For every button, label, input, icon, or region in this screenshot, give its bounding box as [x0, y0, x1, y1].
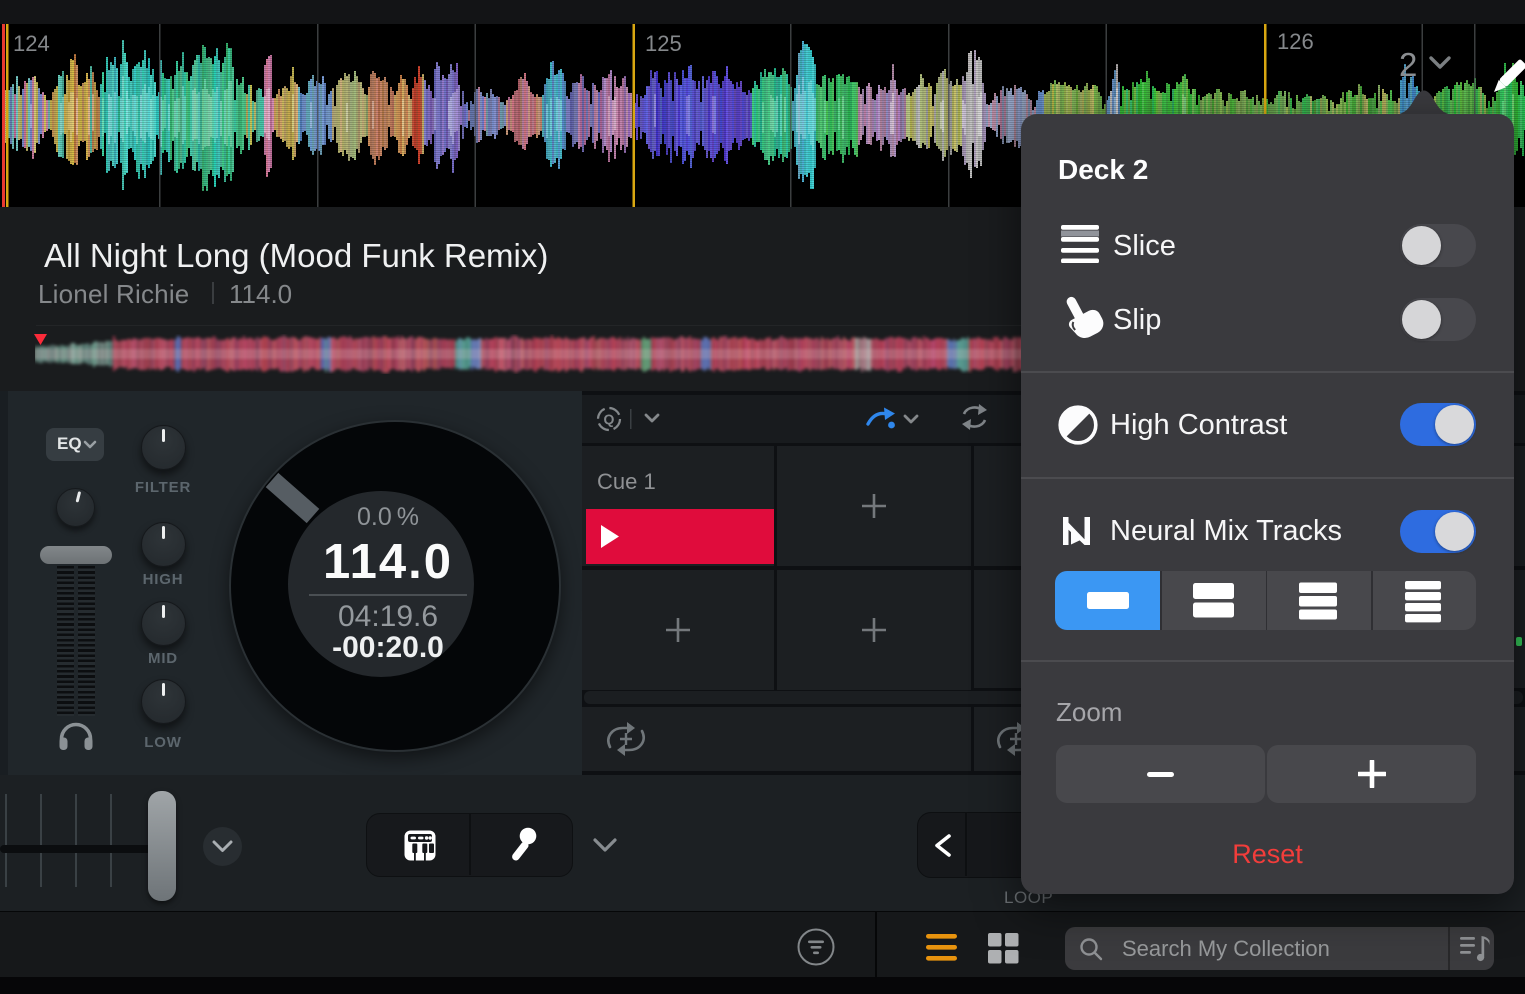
svg-text:Q: Q: [604, 411, 615, 427]
svg-text:2: 2: [1399, 46, 1417, 83]
svg-text:126: 126: [1277, 29, 1314, 54]
svg-text:124: 124: [13, 31, 50, 56]
svg-text:125: 125: [645, 31, 682, 56]
